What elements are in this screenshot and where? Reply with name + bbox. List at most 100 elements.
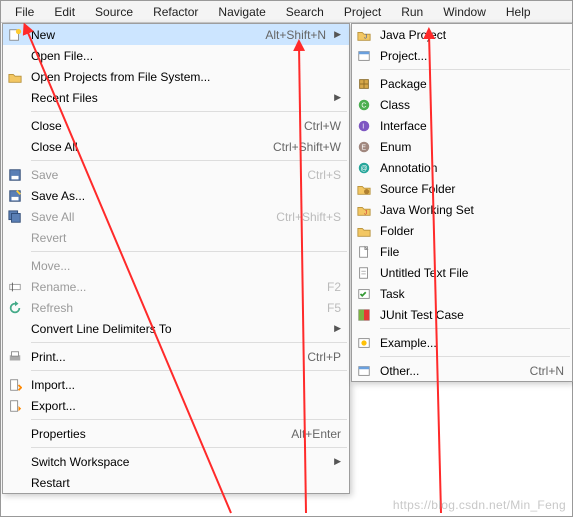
new-item-label: JUnit Test Case	[380, 308, 564, 322]
file-item-new[interactable]: NewAlt+Shift+N▶	[3, 24, 349, 45]
file-item-save: SaveCtrl+S	[3, 164, 349, 185]
new-submenu: J Java Project Project... Package C Class I Int…	[351, 23, 573, 382]
svg-text:C: C	[361, 102, 366, 109]
new-item-task[interactable]: Task	[352, 283, 572, 304]
file-item-label: Convert Line Delimiters To	[31, 322, 326, 336]
accelerator-text: F5	[327, 301, 341, 315]
new-item-label: Annotation	[380, 161, 564, 175]
file-item-label: Close	[31, 119, 294, 133]
new-item-label: Task	[380, 287, 564, 301]
submenu-arrow-icon: ▶	[334, 29, 341, 40]
file-separator	[31, 419, 347, 420]
new-item-label: Java Project	[380, 28, 564, 42]
new-item-file[interactable]: File	[352, 241, 572, 262]
new-item-java-working-set[interactable]: JJava Working Set	[352, 199, 572, 220]
file-item-print[interactable]: Print...Ctrl+P	[3, 346, 349, 367]
src-folder-icon	[356, 181, 372, 197]
accelerator-text: Ctrl+Shift+S	[276, 210, 341, 224]
none-icon	[7, 48, 23, 64]
submenu-arrow-icon: ▶	[334, 456, 341, 467]
menu-window[interactable]: Window	[433, 3, 496, 21]
svg-text:J: J	[364, 209, 367, 216]
file-item-move: Move...	[3, 255, 349, 276]
menu-help[interactable]: Help	[496, 3, 541, 21]
new-item-junit-test-case[interactable]: JUnit Test Case	[352, 304, 572, 325]
file-separator	[31, 342, 347, 343]
file-item-close[interactable]: Close Ctrl+W	[3, 115, 349, 136]
submenu-arrow-icon: ▶	[334, 323, 341, 334]
file-item-export[interactable]: Export...	[3, 395, 349, 416]
new-item-label: Example...	[380, 336, 564, 350]
new-item-label: Other...	[380, 364, 520, 378]
new-item-label: Interface	[380, 119, 564, 133]
svg-text:I: I	[362, 123, 364, 130]
new-item-java-project[interactable]: J Java Project	[352, 24, 572, 45]
refresh-icon	[7, 300, 23, 316]
file-separator	[31, 447, 347, 448]
file-item-properties[interactable]: PropertiesAlt+Enter	[3, 423, 349, 444]
file-item-label: Revert	[31, 231, 341, 245]
new-item-package[interactable]: Package	[352, 73, 572, 94]
new-item-untitled-text-file[interactable]: Untitled Text File	[352, 262, 572, 283]
new-item-source-folder[interactable]: Source Folder	[352, 178, 572, 199]
file-dropdown-menu: NewAlt+Shift+N▶Open File...Open Projects…	[2, 23, 350, 494]
menu-navigate[interactable]: Navigate	[208, 3, 275, 21]
accelerator-text: Alt+Shift+N	[265, 28, 326, 42]
file-item-import[interactable]: Import...	[3, 374, 349, 395]
task-icon	[356, 286, 372, 302]
folder-proj-icon	[7, 69, 23, 85]
menu-search[interactable]: Search	[276, 3, 334, 21]
file-item-open-file[interactable]: Open File...	[3, 45, 349, 66]
new-item-enum[interactable]: EEnum	[352, 136, 572, 157]
menu-edit[interactable]: Edit	[44, 3, 85, 21]
file-item-switch-workspace[interactable]: Switch Workspace▶	[3, 451, 349, 472]
file-item-convert-line-delimiters-to[interactable]: Convert Line Delimiters To ▶	[3, 318, 349, 339]
file-separator	[31, 251, 347, 252]
file-item-label: Open Projects from File System...	[31, 70, 341, 84]
menubar: File Edit Source Refactor Navigate Searc…	[1, 1, 572, 23]
accelerator-text: Ctrl+S	[307, 168, 341, 182]
new-item-project[interactable]: Project...	[352, 45, 572, 66]
file-separator	[31, 370, 347, 371]
new-item-label: Folder	[380, 224, 564, 238]
accelerator-text: Alt+Enter	[291, 427, 341, 441]
file-item-label: Restart	[31, 476, 341, 490]
save-icon	[7, 167, 23, 183]
new-item-other[interactable]: Other...Ctrl+N	[352, 360, 572, 381]
new-item-label: Untitled Text File	[380, 266, 564, 280]
file-icon	[356, 244, 372, 260]
new-item-class[interactable]: C Class	[352, 94, 572, 115]
file-item-restart[interactable]: Restart	[3, 472, 349, 493]
save-as-icon	[7, 188, 23, 204]
interface-icon: I	[356, 118, 372, 134]
new-item-interface[interactable]: I Interface	[352, 115, 572, 136]
new-item-example[interactable]: Example...	[352, 332, 572, 353]
menu-project[interactable]: Project	[334, 3, 391, 21]
new-item-folder[interactable]: Folder	[352, 220, 572, 241]
svg-text:@: @	[361, 165, 368, 172]
file-item-close-all[interactable]: Close AllCtrl+Shift+W	[3, 136, 349, 157]
file-item-label: Print...	[31, 350, 297, 364]
watermark-text: https://blog.csdn.net/Min_Feng	[393, 498, 566, 512]
new-item-label: Class	[380, 98, 564, 112]
none-icon	[7, 118, 23, 134]
rename-icon	[7, 279, 23, 295]
menu-refactor[interactable]: Refactor	[143, 3, 208, 21]
menu-source[interactable]: Source	[85, 3, 143, 21]
new-item-label: Project...	[380, 49, 564, 63]
junit-icon	[356, 307, 372, 323]
new-item-annotation[interactable]: @ Annotation	[352, 157, 572, 178]
none-icon	[7, 475, 23, 491]
file-item-save-as[interactable]: Save As...	[3, 185, 349, 206]
file-item-open-projects-from-file-system[interactable]: Open Projects from File System...	[3, 66, 349, 87]
new-separator	[380, 356, 570, 357]
file-item-recent-files[interactable]: Recent Files▶	[3, 87, 349, 108]
svg-text:J: J	[364, 33, 367, 40]
none-icon	[7, 321, 23, 337]
menu-file[interactable]: File	[5, 3, 44, 21]
none-icon	[7, 454, 23, 470]
accelerator-text: Ctrl+W	[304, 119, 341, 133]
submenu-arrow-icon: ▶	[334, 92, 341, 103]
class-icon: C	[356, 97, 372, 113]
menu-run[interactable]: Run	[391, 3, 433, 21]
